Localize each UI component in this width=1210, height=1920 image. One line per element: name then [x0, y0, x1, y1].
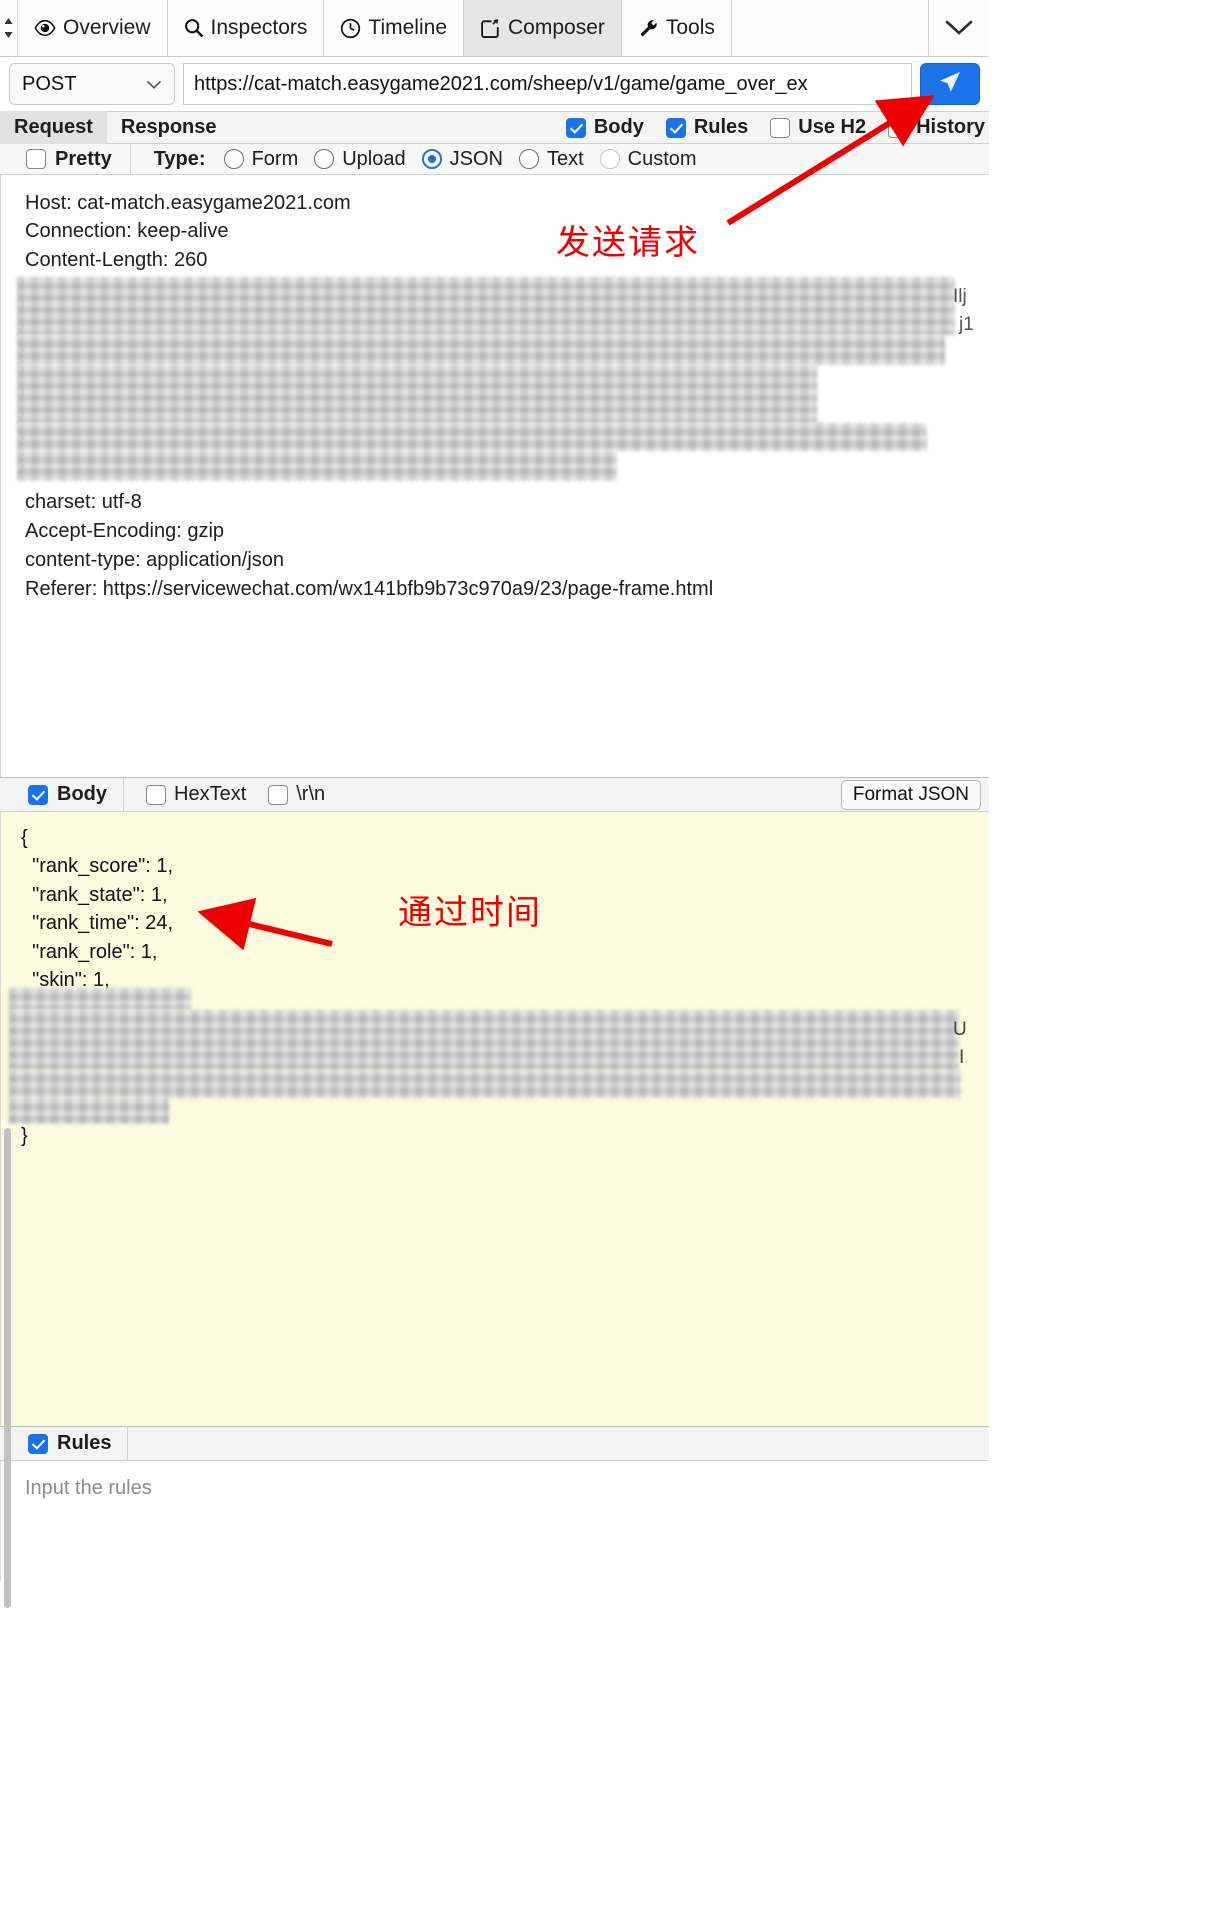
json-line: "rank_score": 1, [21, 855, 174, 878]
radio-option-upload[interactable]: Upload [314, 147, 406, 171]
compose-icon [480, 18, 501, 39]
header-line: Content-Length: 260 [25, 248, 208, 271]
option-rules-enabled-label: Rules [57, 1432, 112, 1454]
annotation-arrow-pass-time [197, 897, 333, 951]
option-crlf-label: \r\n [296, 783, 326, 805]
redacted-headers-block [17, 335, 945, 365]
body-strip: Body HexText \r\n Format JSON [0, 777, 989, 812]
option-body[interactable]: Body [565, 116, 644, 139]
header-line: Referer: https://servicewechat.com/wx141… [25, 578, 714, 600]
tab-tools[interactable]: Tools [621, 0, 732, 56]
redacted-body-block [9, 1098, 169, 1124]
radio-custom-label: Custom [627, 147, 697, 170]
option-rules-enabled[interactable]: Rules [0, 1426, 129, 1461]
radio-json-label: JSON [449, 147, 503, 170]
vertical-scrollbar-thumb[interactable] [4, 1128, 11, 1608]
rules-strip: Rules [0, 1426, 989, 1461]
redacted-line-tail: j1 [959, 314, 974, 335]
radio-text-label: Text [546, 147, 584, 170]
type-label: Type: [153, 147, 206, 170]
radio-option-json[interactable]: JSON [421, 147, 503, 171]
http-method-value: POST [22, 72, 77, 95]
radio-form-label: Form [251, 147, 299, 170]
wrench-icon [638, 18, 659, 39]
http-method-select[interactable]: POST [9, 63, 175, 105]
search-icon [184, 18, 204, 38]
redacted-headers-block [17, 451, 617, 481]
request-url-value: https://cat-match.easygame2021.com/sheep… [194, 72, 808, 95]
tab-tools-label: Tools [665, 16, 715, 39]
main-tabbar: Overview Inspectors Timeline Composer To… [0, 0, 989, 57]
checkbox-hextext[interactable] [146, 784, 166, 805]
composer-window: Overview Inspectors Timeline Composer To… [0, 0, 1210, 1920]
body-type-group: Type: Form Upload JSON Text Custom [131, 148, 697, 171]
checkbox-rules-enabled[interactable] [28, 1433, 48, 1454]
radio-json[interactable] [421, 149, 442, 169]
subtab-response[interactable]: Response [107, 111, 231, 144]
redacted-line-tail: Ilj [953, 286, 967, 307]
option-hextext[interactable]: HexText [146, 783, 246, 806]
radio-option-custom[interactable]: Custom [599, 147, 697, 171]
option-body-enabled-label: Body [57, 783, 107, 805]
option-crlf[interactable]: \r\n [268, 783, 325, 806]
radio-upload[interactable] [314, 149, 335, 169]
subtab-request-label: Request [14, 116, 93, 138]
redacted-body-block [9, 988, 191, 1010]
radio-text[interactable] [518, 149, 539, 169]
checkbox-body-enabled[interactable] [28, 784, 48, 805]
redacted-headers-block [17, 277, 955, 335]
redacted-headers-block [17, 423, 927, 451]
json-line: "rank_role": 1, [21, 940, 158, 963]
header-line: charset: utf-8 [25, 491, 142, 513]
tabbar-filler [732, 0, 929, 56]
redacted-headers-block [17, 365, 817, 423]
radio-option-text[interactable]: Text [518, 147, 584, 171]
json-line: { [21, 827, 28, 849]
tab-overview[interactable]: Overview [18, 0, 168, 56]
option-hextext-label: HexText [174, 783, 247, 805]
annotation-label-pass-time: 通过时间 [398, 894, 542, 932]
redacted-body-block [9, 1010, 959, 1070]
clock-icon [340, 18, 361, 39]
format-json-button[interactable]: Format JSON [840, 779, 981, 810]
rules-placeholder: Input the rules [25, 1477, 152, 1499]
subtab-request[interactable]: Request [0, 111, 107, 144]
checkbox-body[interactable] [565, 117, 586, 138]
tab-composer-label: Composer [508, 16, 605, 39]
redacted-line-tail: I [959, 1047, 965, 1068]
tab-timeline[interactable]: Timeline [324, 0, 464, 56]
header-line: content-type: application/json [25, 549, 285, 571]
eye-icon [34, 19, 56, 37]
subtab-response-label: Response [120, 116, 217, 138]
tab-overview-label: Overview [63, 16, 151, 39]
option-body-enabled[interactable]: Body [0, 777, 124, 812]
tab-composer[interactable]: Composer [464, 0, 622, 56]
redacted-body-block [9, 1070, 961, 1098]
checkbox-rules[interactable] [665, 117, 686, 138]
redacted-line-tail: U [953, 1019, 967, 1040]
tab-timeline-label: Timeline [368, 16, 447, 39]
chevron-down-icon[interactable] [929, 0, 989, 56]
option-pretty-label: Pretty [55, 147, 112, 170]
checkbox-pretty[interactable] [26, 149, 46, 169]
request-headers-editor[interactable]: Host: cat-match.easygame2021.com Connect… [0, 175, 989, 777]
tabbar-scroll-arrows-icon[interactable] [0, 0, 18, 56]
tab-inspectors-label: Inspectors [210, 16, 308, 39]
radio-upload-label: Upload [342, 147, 406, 170]
annotation-label-send-request: 发送请求 [556, 224, 700, 262]
tab-inspectors[interactable]: Inspectors [167, 0, 325, 56]
rules-editor[interactable]: Input the rules [0, 1461, 989, 1581]
header-line: Accept-Encoding: gzip [25, 520, 225, 542]
annotation-arrow-send [726, 95, 935, 226]
checkbox-crlf[interactable] [268, 784, 289, 805]
json-line: } [21, 1125, 28, 1147]
option-pretty[interactable]: Pretty [0, 143, 131, 175]
chevron-down-icon [146, 73, 162, 96]
radio-form[interactable] [223, 149, 244, 169]
radio-option-form[interactable]: Form [223, 147, 299, 171]
composer-panel: Overview Inspectors Timeline Composer To… [0, 0, 990, 1920]
option-body-label: Body [593, 116, 644, 138]
radio-custom[interactable] [599, 149, 620, 169]
